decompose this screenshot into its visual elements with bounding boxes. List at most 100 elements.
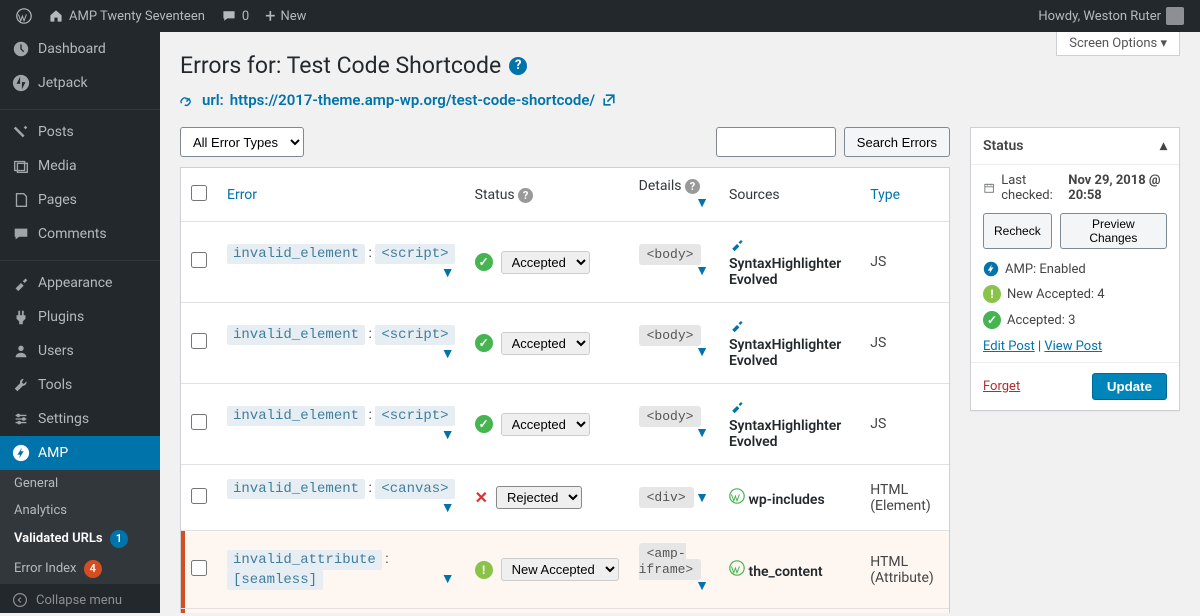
status-select[interactable]: Accepted bbox=[501, 413, 590, 436]
search-errors-button[interactable]: Search Errors bbox=[844, 127, 950, 157]
error-element: <script> bbox=[375, 406, 454, 426]
error-element: <script> bbox=[375, 325, 454, 345]
edit-post-link[interactable]: Edit Post bbox=[983, 339, 1035, 354]
sidebar-item-appearance[interactable]: Appearance bbox=[0, 266, 160, 300]
recheck-button[interactable]: Recheck bbox=[983, 213, 1052, 249]
search-input[interactable] bbox=[716, 127, 836, 157]
expand-details-toggle[interactable]: ▼ bbox=[695, 489, 709, 506]
detail-tag: <amp-iframe> bbox=[639, 543, 702, 580]
sidebar-item-media[interactable]: Media bbox=[0, 149, 160, 183]
url-link[interactable]: https://2017-theme.amp-wp.org/test-code-… bbox=[230, 91, 595, 109]
row-checkbox[interactable] bbox=[191, 560, 207, 576]
error-element: <script> bbox=[375, 244, 454, 264]
select-all-checkbox[interactable] bbox=[191, 185, 207, 201]
howdy-user[interactable]: Howdy, Weston Ruter bbox=[1030, 0, 1192, 32]
error-code: invalid_attribute bbox=[227, 550, 382, 570]
accepted-count: Accepted: 3 bbox=[1007, 313, 1075, 328]
sidebar-sub-analytics[interactable]: Analytics bbox=[0, 497, 160, 524]
chevron-down-icon[interactable]: ▼ bbox=[695, 194, 709, 211]
status-select[interactable]: Accepted bbox=[501, 251, 590, 274]
expand-row-toggle[interactable]: ▼ bbox=[441, 570, 455, 587]
screen-options-toggle[interactable]: Screen Options ▾ bbox=[1056, 32, 1180, 56]
col-details: Details ?▼ bbox=[629, 168, 719, 222]
table-row: invalid_attribute : [webkitallowfullscre… bbox=[181, 609, 949, 613]
source-name: SyntaxHighlighter Evolved bbox=[729, 256, 841, 288]
source-name: SyntaxHighlighter Evolved bbox=[729, 418, 841, 450]
help-icon[interactable]: ? bbox=[518, 188, 533, 203]
table-row: invalid_element : <canvas>▼✕Rejected<div… bbox=[181, 465, 949, 531]
row-checkbox[interactable] bbox=[191, 252, 207, 268]
status-select[interactable]: Accepted bbox=[501, 332, 590, 355]
wordpress-icon bbox=[729, 560, 745, 576]
sidebar-item-dashboard[interactable]: Dashboard bbox=[0, 32, 160, 66]
view-post-link[interactable]: View Post bbox=[1044, 339, 1102, 354]
detail-tag: <div> bbox=[639, 487, 694, 508]
expand-row-toggle[interactable]: ▼ bbox=[441, 264, 455, 281]
sidebar-sub-general[interactable]: General bbox=[0, 470, 160, 497]
check-icon: ✓ bbox=[475, 415, 493, 433]
expand-row-toggle[interactable]: ▼ bbox=[441, 499, 455, 516]
row-checkbox[interactable] bbox=[191, 414, 207, 430]
error-type: HTML (Attribute) bbox=[860, 609, 949, 613]
expand-row-toggle[interactable]: ▼ bbox=[441, 345, 455, 362]
source-name: SyntaxHighlighter Evolved bbox=[729, 337, 841, 369]
external-link-icon[interactable] bbox=[601, 92, 617, 108]
last-checked: Last checked: Nov 29, 2018 @ 20:58 bbox=[983, 173, 1167, 203]
error-code: invalid_element bbox=[227, 244, 365, 264]
site-home[interactable]: AMP Twenty Seventeen bbox=[40, 0, 213, 32]
col-type[interactable]: Type bbox=[860, 168, 949, 222]
table-row: invalid_element : <script>▼✓Accepted<bod… bbox=[181, 222, 949, 303]
sidebar-item-pages[interactable]: Pages bbox=[0, 183, 160, 217]
table-row: invalid_attribute : [seamless]▼!New Acce… bbox=[181, 531, 949, 609]
sidebar-item-jetpack[interactable]: Jetpack bbox=[0, 66, 160, 100]
avatar bbox=[1166, 7, 1184, 25]
error-element: <canvas> bbox=[375, 479, 454, 499]
table-row: invalid_element : <script>▼✓Accepted<bod… bbox=[181, 384, 949, 465]
wordpress-icon bbox=[729, 488, 745, 504]
help-icon[interactable]: ? bbox=[509, 57, 527, 75]
detail-tag: <body> bbox=[639, 406, 702, 427]
new-content[interactable]: +New bbox=[257, 0, 314, 32]
calendar-icon bbox=[983, 180, 995, 196]
expand-row-toggle[interactable]: ▼ bbox=[441, 426, 455, 443]
collapse-menu[interactable]: Collapse menu bbox=[0, 584, 160, 616]
wp-logo[interactable] bbox=[8, 0, 40, 32]
plugin-icon bbox=[729, 236, 745, 252]
new-accepted-icon: ! bbox=[983, 285, 1001, 303]
errors-table: Error Status ? Details ?▼ Sources Type i… bbox=[180, 167, 950, 613]
col-error[interactable]: Error bbox=[217, 168, 465, 222]
preview-changes-button[interactable]: Preview Changes bbox=[1060, 213, 1167, 249]
error-code: invalid_element bbox=[227, 406, 365, 426]
panel-toggle[interactable]: ▴ bbox=[1160, 138, 1167, 154]
amp-status: AMP: Enabled bbox=[1005, 262, 1086, 277]
sidebar-item-settings[interactable]: Settings bbox=[0, 402, 160, 436]
row-checkbox[interactable] bbox=[191, 333, 207, 349]
panel-title: Status bbox=[983, 138, 1023, 154]
error-type: JS bbox=[860, 303, 949, 384]
sidebar-item-comments[interactable]: Comments bbox=[0, 217, 160, 251]
link-icon bbox=[180, 92, 196, 108]
row-checkbox[interactable] bbox=[191, 488, 207, 504]
page-title: Errors for: Test Code Shortcode ? bbox=[180, 52, 1180, 79]
help-icon[interactable]: ? bbox=[685, 179, 700, 194]
error-element: [seamless] bbox=[227, 570, 323, 590]
forget-link[interactable]: Forget bbox=[983, 379, 1020, 394]
sidebar-sub-validated-urls[interactable]: Validated URLs 1 bbox=[0, 524, 160, 554]
sidebar-item-users[interactable]: Users bbox=[0, 334, 160, 368]
col-status: Status ? bbox=[465, 168, 629, 222]
error-code: invalid_element bbox=[227, 325, 365, 345]
comments-bubble[interactable]: 0 bbox=[213, 0, 257, 32]
sidebar-sub-error-index[interactable]: Error Index 4 bbox=[0, 554, 160, 584]
error-type-filter[interactable]: All Error Types bbox=[180, 127, 304, 157]
new-accepted-count: New Accepted: 4 bbox=[1007, 287, 1105, 302]
error-type: HTML (Attribute) bbox=[860, 531, 949, 609]
badge-count: 1 bbox=[110, 530, 128, 548]
status-select[interactable]: Rejected bbox=[496, 486, 582, 509]
sidebar-item-plugins[interactable]: Plugins bbox=[0, 300, 160, 334]
sidebar-item-posts[interactable]: Posts bbox=[0, 115, 160, 149]
status-select[interactable]: New Accepted bbox=[501, 558, 619, 581]
sidebar-item-amp[interactable]: AMP bbox=[0, 436, 160, 470]
plugin-icon bbox=[729, 317, 745, 333]
update-button[interactable]: Update bbox=[1092, 373, 1167, 400]
sidebar-item-tools[interactable]: Tools bbox=[0, 368, 160, 402]
